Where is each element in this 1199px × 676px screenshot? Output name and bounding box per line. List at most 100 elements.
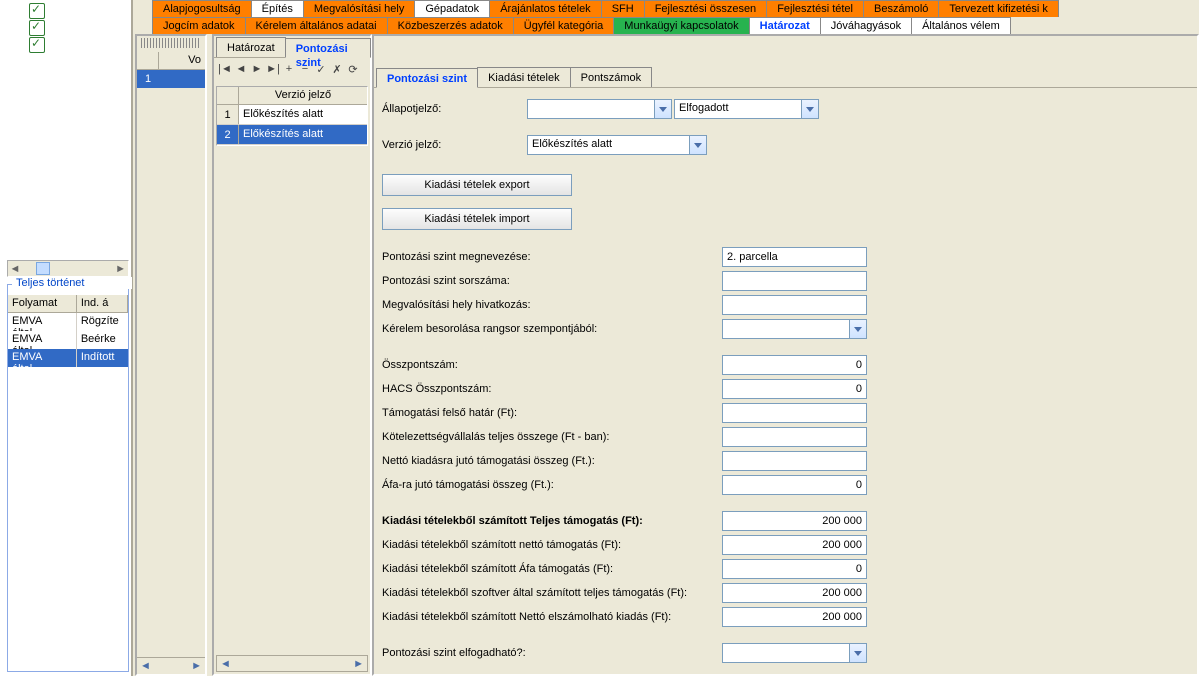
version-col-jelzo[interactable]: Verzió jelző (239, 87, 367, 104)
mid-col-num[interactable] (137, 52, 159, 69)
elfogad-value (723, 644, 866, 648)
kotelez-input[interactable] (722, 427, 867, 447)
history-header[interactable]: Folyamat Ind. á (8, 295, 128, 313)
main-form-pane: Pontozási szintKiadási tételekPontszámok… (372, 34, 1199, 676)
allapotjelzo-label: Állapotjelző: (382, 103, 527, 115)
nav-icon[interactable]: ✗ (330, 63, 344, 76)
top-tab[interactable]: Kérelem általános adatai (245, 17, 388, 34)
elfogad-label: Pontozási szint elfogadható?: (382, 647, 722, 659)
chevron-down-icon[interactable] (849, 320, 866, 338)
kt-teljes-input[interactable] (722, 511, 867, 531)
top-tab[interactable]: Határozat (749, 17, 821, 34)
top-tab[interactable]: SFH (601, 0, 645, 17)
tree-view[interactable] (7, 0, 129, 265)
mid-col-vo[interactable]: Vo (159, 52, 205, 69)
history-col-ind[interactable]: Ind. á (77, 295, 128, 312)
mid-row[interactable]: 1 (137, 70, 205, 88)
megval-hiv-label: Megvalósítási hely hivatkozás: (382, 299, 722, 311)
verzio-jelzo-label: Verzió jelző: (382, 139, 527, 151)
nav-icon[interactable]: ◄ (234, 63, 248, 75)
tam-felso-input[interactable] (722, 403, 867, 423)
kotelez-label: Kötelezettségvállalás teljes összege (Ft… (382, 431, 722, 443)
kt-netto-label: Kiadási tételekből számított nettó támog… (382, 539, 722, 551)
main-sub-tab[interactable]: Kiadási tételek (477, 67, 571, 87)
export-button[interactable]: Kiadási tételek export (382, 174, 572, 196)
allapotjelzo-value-2: Elfogadott (675, 100, 818, 116)
mid-row-val (159, 70, 205, 88)
pont-sorszam-label: Pontozási szint sorszáma: (382, 275, 722, 287)
drag-handle-icon[interactable] (141, 38, 201, 48)
nav-icon[interactable]: ⟳ (346, 63, 360, 76)
allapotjelzo-select-1[interactable] (527, 99, 672, 119)
megval-hiv-input[interactable] (722, 295, 867, 315)
history-row[interactable]: EMVA által...Rögzíte (8, 313, 128, 331)
nav-icon[interactable]: ►| (266, 63, 280, 75)
top-tab[interactable]: Fejlesztési tétel (766, 0, 864, 17)
main-sub-tab[interactable]: Pontszámok (570, 67, 653, 87)
pont-sorszam-input[interactable] (722, 271, 867, 291)
left-tree-pane: Teljes történet Folyamat Ind. á EMVA ált… (0, 0, 133, 676)
verzio-jelzo-select[interactable]: Előkészítés alatt (527, 135, 707, 155)
nav-icon[interactable]: + (282, 63, 296, 75)
top-tab[interactable]: Építés (251, 0, 304, 17)
kerelem-besor-select[interactable] (722, 319, 867, 339)
afa-tam-input[interactable] (722, 475, 867, 495)
top-tab[interactable]: Árajánlatos tételek (489, 0, 602, 17)
mid-row-num: 1 (137, 70, 159, 88)
kerelem-besor-value (723, 320, 866, 324)
tree-check-icon (29, 37, 45, 53)
elfogad-select[interactable] (722, 643, 867, 663)
mid-hscroll[interactable] (137, 657, 205, 674)
hp-tab[interactable]: Határozat (216, 37, 286, 57)
top-tab[interactable]: Beszámoló (863, 0, 939, 17)
hp-tab[interactable]: Pontozási szint (285, 38, 371, 58)
chevron-down-icon[interactable] (654, 100, 671, 118)
kt-netto-input[interactable] (722, 535, 867, 555)
kerelem-besor-label: Kérelem besorolása rangsor szempontjából… (382, 323, 722, 335)
top-tab[interactable]: Ügyfél kategória (513, 17, 615, 34)
kt-szoftver-input[interactable] (722, 583, 867, 603)
netto-kiad-input[interactable] (722, 451, 867, 471)
version-row[interactable]: 2Előkészítés alatt (217, 125, 367, 145)
nav-icon[interactable]: ► (250, 63, 264, 75)
ossz-label: Összpontszám: (382, 359, 722, 371)
record-nav-toolbar[interactable]: |◄◄►►|+−✓✗⟳ (214, 58, 370, 80)
import-button[interactable]: Kiadási tételek import (382, 208, 572, 230)
allapotjelzo-select-2[interactable]: Elfogadott (674, 99, 819, 119)
history-row[interactable]: EMVA által...Beérke (8, 331, 128, 349)
verzio-jelzo-value: Előkészítés alatt (528, 136, 706, 152)
version-hscroll[interactable] (216, 655, 368, 672)
top-tab[interactable]: Jogcím adatok (152, 17, 246, 34)
kt-netto-elsz-input[interactable] (722, 607, 867, 627)
version-grid[interactable]: Verzió jelző 1Előkészítés alatt2Előkészí… (216, 86, 368, 146)
top-tab[interactable]: Munkaügyi kapcsolatok (613, 17, 749, 34)
kt-afa-label: Kiadási tételekből számított Áfa támogat… (382, 563, 722, 575)
pont-megnev-label: Pontozási szint megnevezése: (382, 251, 722, 263)
ossz-input[interactable] (722, 355, 867, 375)
main-sub-tab[interactable]: Pontozási szint (376, 68, 478, 88)
top-tab[interactable]: Közbeszerzés adatok (387, 17, 514, 34)
mid-pane: Vo 1 (135, 34, 207, 676)
nav-icon[interactable]: |◄ (218, 63, 232, 75)
tree-hscroll[interactable] (7, 260, 129, 277)
chevron-down-icon[interactable] (801, 100, 818, 118)
top-tab[interactable]: Általános vélem (911, 17, 1011, 34)
top-tab[interactable]: Tervezett kifizetési k (938, 0, 1058, 17)
version-col-num[interactable] (217, 87, 239, 104)
chevron-down-icon[interactable] (689, 136, 706, 154)
hacs-input[interactable] (722, 379, 867, 399)
version-row[interactable]: 1Előkészítés alatt (217, 105, 367, 125)
history-row[interactable]: EMVA által...Indított (8, 349, 128, 367)
afa-tam-label: Áfa-ra jutó támogatási összeg (Ft.): (382, 479, 722, 491)
pont-megnev-input[interactable] (722, 247, 867, 267)
kt-afa-input[interactable] (722, 559, 867, 579)
top-tab[interactable]: Gépadatok (414, 0, 490, 17)
top-tab[interactable]: Alapjogosultság (152, 0, 252, 17)
allapotjelzo-value-1 (528, 100, 671, 104)
history-col-folyamat[interactable]: Folyamat (8, 295, 77, 312)
top-tab[interactable]: Jóváhagyások (820, 17, 912, 34)
version-pane: HatározatPontozási szint |◄◄►►|+−✓✗⟳ Ver… (212, 34, 372, 676)
chevron-down-icon[interactable] (849, 644, 866, 662)
top-tab[interactable]: Megvalósítási hely (303, 0, 416, 17)
top-tab[interactable]: Fejlesztési összesen (644, 0, 768, 17)
